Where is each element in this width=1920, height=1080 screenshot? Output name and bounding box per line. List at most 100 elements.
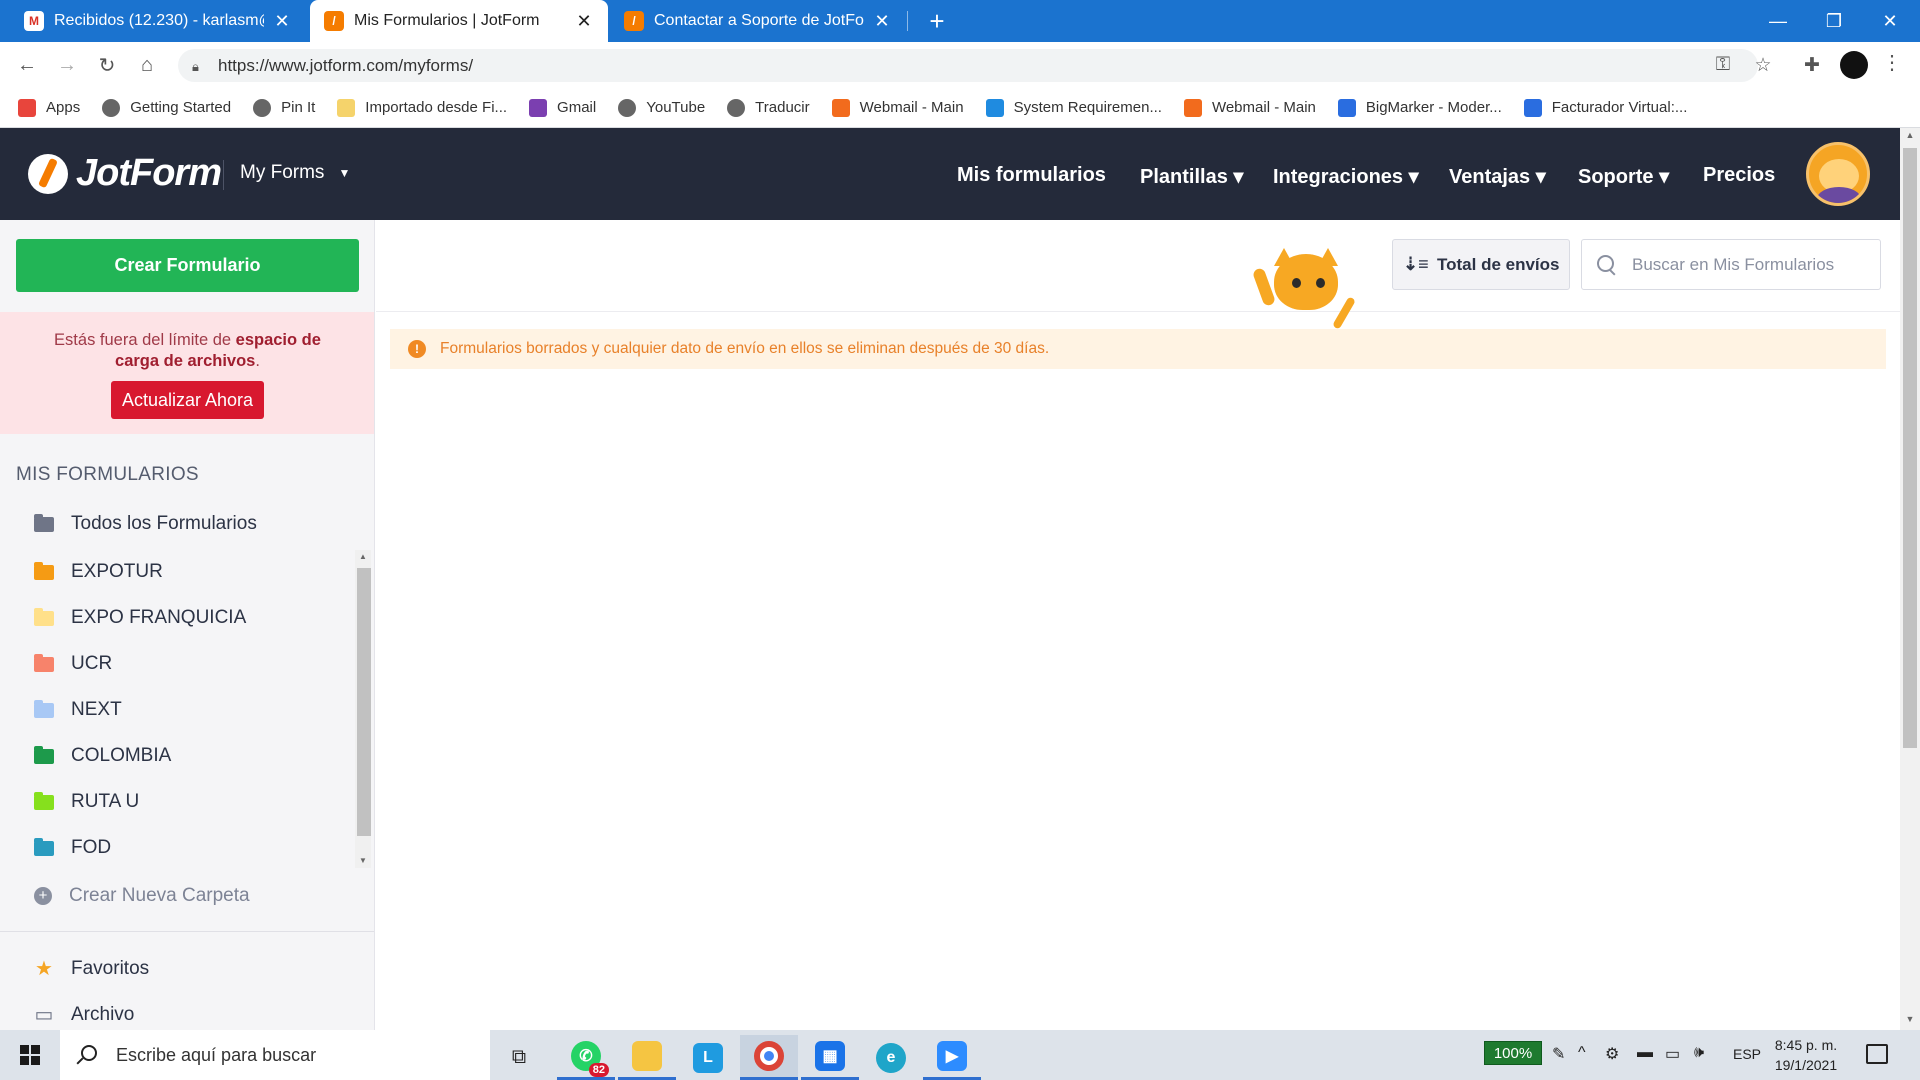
bookmark-item[interactable]: Facturador Virtual:... — [1523, 98, 1687, 117]
bookmark-item[interactable]: YouTube — [618, 98, 705, 117]
page-scrollbar-thumb[interactable] — [1903, 148, 1917, 748]
chrome-app[interactable] — [740, 1035, 798, 1080]
bookmark-item[interactable]: Importado desde Fi... — [337, 98, 507, 117]
nav-mis-formularios[interactable]: Mis formularios — [957, 164, 1106, 187]
bookmark-item[interactable]: Webmail - Main — [831, 98, 964, 117]
browser-menu-icon[interactable]: ⋮ — [1882, 50, 1902, 80]
address-bar[interactable]: 🔒︎ https://www.jotform.com/myforms/ — [178, 49, 1758, 82]
star-icon[interactable]: ☆ — [1748, 50, 1778, 80]
page-scrollbar[interactable]: ▲ ▼ — [1900, 128, 1920, 1030]
nav-ventajas[interactable]: Ventajas ▾ — [1449, 164, 1546, 189]
bookmark-label: Pin It — [281, 99, 316, 116]
key-icon[interactable]: ⚿ — [1708, 50, 1738, 80]
upgrade-now-button[interactable]: Actualizar Ahora — [111, 381, 264, 419]
folder-icon — [34, 607, 54, 626]
bookmark-item[interactable]: Webmail - Main — [1183, 98, 1316, 117]
scroll-up-icon[interactable]: ▲ — [1900, 130, 1920, 140]
nav-precios[interactable]: Precios — [1703, 164, 1775, 187]
bookmark-item[interactable]: BigMarker - Moder... — [1337, 98, 1502, 117]
edge-icon: e — [876, 1042, 906, 1073]
start-button[interactable] — [0, 1030, 60, 1080]
close-tab-icon[interactable]: ✕ — [872, 11, 892, 32]
launcher-app[interactable]: L — [679, 1035, 737, 1080]
notifications-icon[interactable] — [1866, 1044, 1888, 1064]
edge-app[interactable]: e — [862, 1035, 920, 1080]
tab-soporte[interactable]: / Contactar a Soporte de JotForm ✕ — [610, 0, 906, 42]
chevron-up-icon[interactable]: ^ — [1578, 1044, 1586, 1062]
close-tab-icon[interactable]: ✕ — [574, 11, 594, 32]
bookmark-item[interactable]: Getting Started — [102, 98, 231, 117]
sidebar-folder[interactable]: NEXT — [34, 699, 122, 721]
back-icon[interactable]: ← — [12, 50, 42, 80]
power-icon[interactable]: ▬ — [1637, 1044, 1653, 1062]
my-forms-label: My Forms — [240, 162, 325, 183]
bookmark-item[interactable]: Traducir — [727, 98, 810, 117]
restore-button[interactable]: ❐ — [1806, 0, 1862, 42]
extensions-icon[interactable]: ✚ — [1797, 50, 1827, 80]
nav-soporte[interactable]: Soporte ▾ — [1578, 164, 1669, 189]
task-view-icon[interactable]: ⧉ — [490, 1035, 548, 1080]
star-icon: ★ — [35, 958, 53, 980]
sidebar-scrollbar-thumb[interactable] — [357, 568, 371, 836]
browser-tab-strip: M Recibidos (12.230) - karlasm@gm ✕ / Mi… — [0, 0, 1920, 42]
sidebar-item-all-forms[interactable]: Todos los Formularios — [34, 513, 257, 535]
scroll-up-icon[interactable]: ▲ — [358, 552, 368, 561]
pen-icon[interactable]: ✎ — [1552, 1044, 1565, 1064]
scroll-down-icon[interactable]: ▼ — [358, 856, 368, 865]
sidebar-folder[interactable]: COLOMBIA — [34, 745, 171, 767]
sidebar-folder[interactable]: UCR — [34, 653, 112, 675]
forward-icon[interactable]: → — [52, 50, 82, 80]
sidebar-folder[interactable]: EXPOTUR — [34, 561, 163, 583]
jotform-logo[interactable]: JotForm — [28, 152, 222, 195]
folder-icon — [34, 791, 54, 810]
bookmark-item[interactable]: Gmail — [529, 98, 596, 117]
volume-icon[interactable]: 🕪︎ — [1694, 1044, 1704, 1062]
sidebar-item-favorites[interactable]: ★ Favoritos — [34, 956, 149, 981]
reload-icon[interactable]: ↻ — [92, 50, 122, 80]
file-explorer-app[interactable] — [618, 1035, 676, 1080]
home-icon[interactable]: ⌂ — [132, 50, 162, 80]
sort-button[interactable]: ⇣≡ Total de envíos — [1392, 239, 1570, 290]
search-forms[interactable] — [1581, 239, 1881, 290]
tab-separator — [907, 11, 908, 31]
bluetooth-icon[interactable]: ⚙ — [1605, 1044, 1619, 1064]
tab-mis-formularios[interactable]: / Mis Formularios | JotForm ✕ — [310, 0, 608, 42]
battery-indicator[interactable]: 100% — [1484, 1041, 1542, 1065]
calendar-app[interactable]: ▦ — [801, 1035, 859, 1080]
whatsapp-app[interactable]: ✆ 82 — [557, 1035, 615, 1080]
taskbar-search[interactable]: Escribe aquí para buscar — [60, 1030, 490, 1080]
close-tab-icon[interactable]: ✕ — [272, 11, 292, 32]
profile-avatar[interactable] — [1840, 51, 1868, 79]
jotform-icon: / — [324, 11, 344, 31]
bookmark-item[interactable]: Pin It — [253, 98, 316, 117]
tab-gmail[interactable]: M Recibidos (12.230) - karlasm@gm ✕ — [10, 0, 306, 42]
system-clock[interactable]: 8:45 p. m. 19/1/2021 — [1766, 1035, 1846, 1075]
scroll-down-icon[interactable]: ▼ — [1900, 1014, 1920, 1024]
mascot-head — [1274, 254, 1338, 310]
sidebar-folder[interactable]: EXPO FRANQUICIA — [34, 607, 246, 629]
my-forms-dropdown[interactable]: My Forms ▼ — [240, 162, 350, 184]
language-indicator[interactable]: ESP — [1733, 1046, 1761, 1062]
cpanel-icon — [1183, 98, 1202, 117]
user-avatar[interactable] — [1806, 142, 1870, 206]
bookmark-item[interactable]: System Requiremen... — [985, 98, 1162, 117]
create-form-button[interactable]: Crear Formulario — [16, 239, 359, 292]
close-window-button[interactable]: ✕ — [1862, 0, 1918, 42]
create-folder-button[interactable]: + Crear Nueva Carpeta — [34, 885, 250, 907]
network-icon[interactable]: ▭ — [1665, 1044, 1680, 1064]
new-tab-button[interactable]: + — [922, 6, 952, 36]
minimize-button[interactable]: — — [1750, 0, 1806, 42]
zoom-app[interactable]: ▶ — [923, 1035, 981, 1080]
sidebar-folder[interactable]: RUTA U — [34, 791, 139, 813]
sidebar-item-archive[interactable]: ▭ Archivo — [34, 1002, 135, 1027]
search-input[interactable] — [1632, 254, 1872, 275]
sidebar-item-label: COLOMBIA — [71, 745, 172, 766]
bookmark-item[interactable]: Apps — [18, 98, 80, 117]
nav-plantillas[interactable]: Plantillas ▾ — [1140, 164, 1243, 189]
sidebar-item-label: NEXT — [71, 699, 122, 720]
sidebar-divider — [0, 931, 374, 932]
sidebar-folder[interactable]: FOD — [34, 837, 111, 859]
sidebar-item-label: RUTA U — [71, 791, 140, 812]
globe-icon — [102, 98, 121, 117]
nav-integraciones[interactable]: Integraciones ▾ — [1273, 164, 1419, 189]
